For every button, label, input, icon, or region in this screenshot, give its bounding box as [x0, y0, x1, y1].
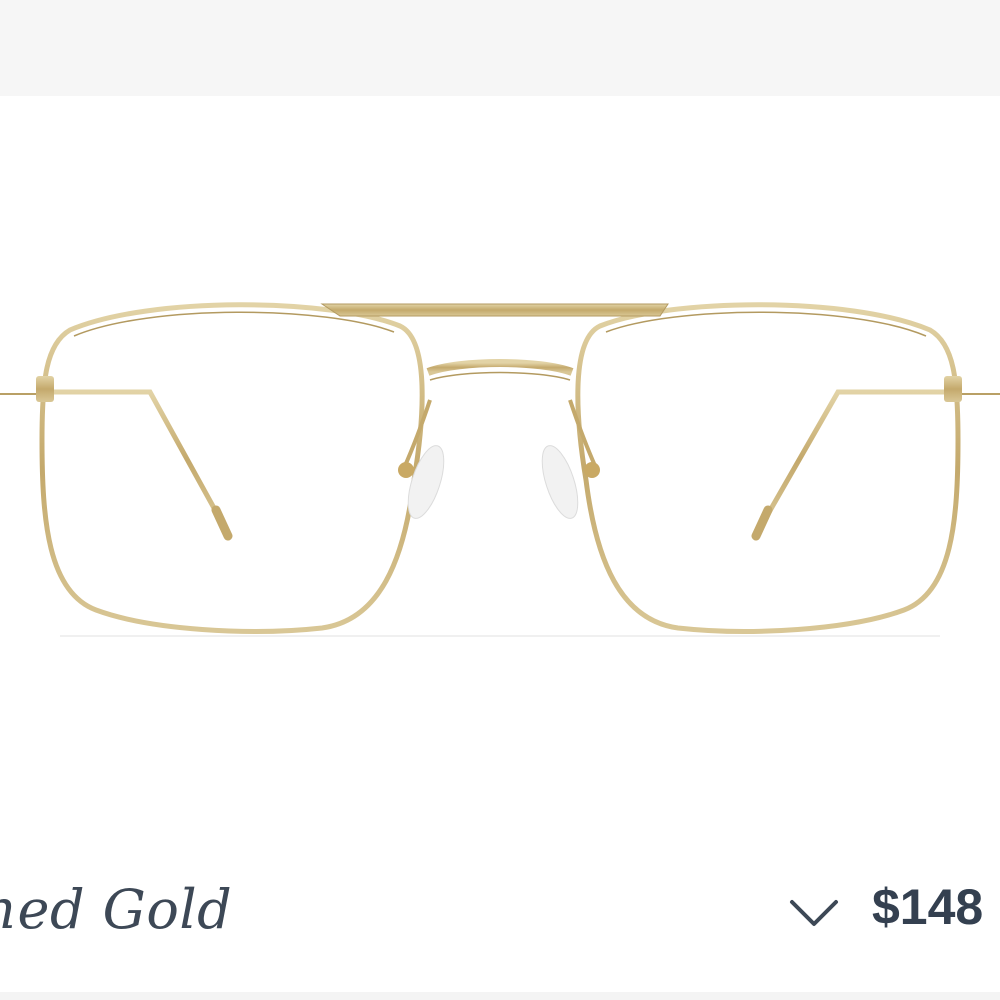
product-card: shed Gold $148: [0, 0, 1000, 1000]
expand-color-options-button[interactable]: [784, 890, 844, 934]
product-image[interactable]: [0, 96, 1000, 816]
price-label: $148: [872, 879, 984, 935]
product-info-row: shed Gold $148: [0, 862, 1000, 962]
eyeglasses-image: [0, 302, 1000, 637]
top-bar: [0, 0, 1000, 96]
bottom-divider: [0, 992, 1000, 1000]
color-name: shed Gold: [0, 878, 233, 941]
chevron-down-icon: [790, 900, 838, 926]
